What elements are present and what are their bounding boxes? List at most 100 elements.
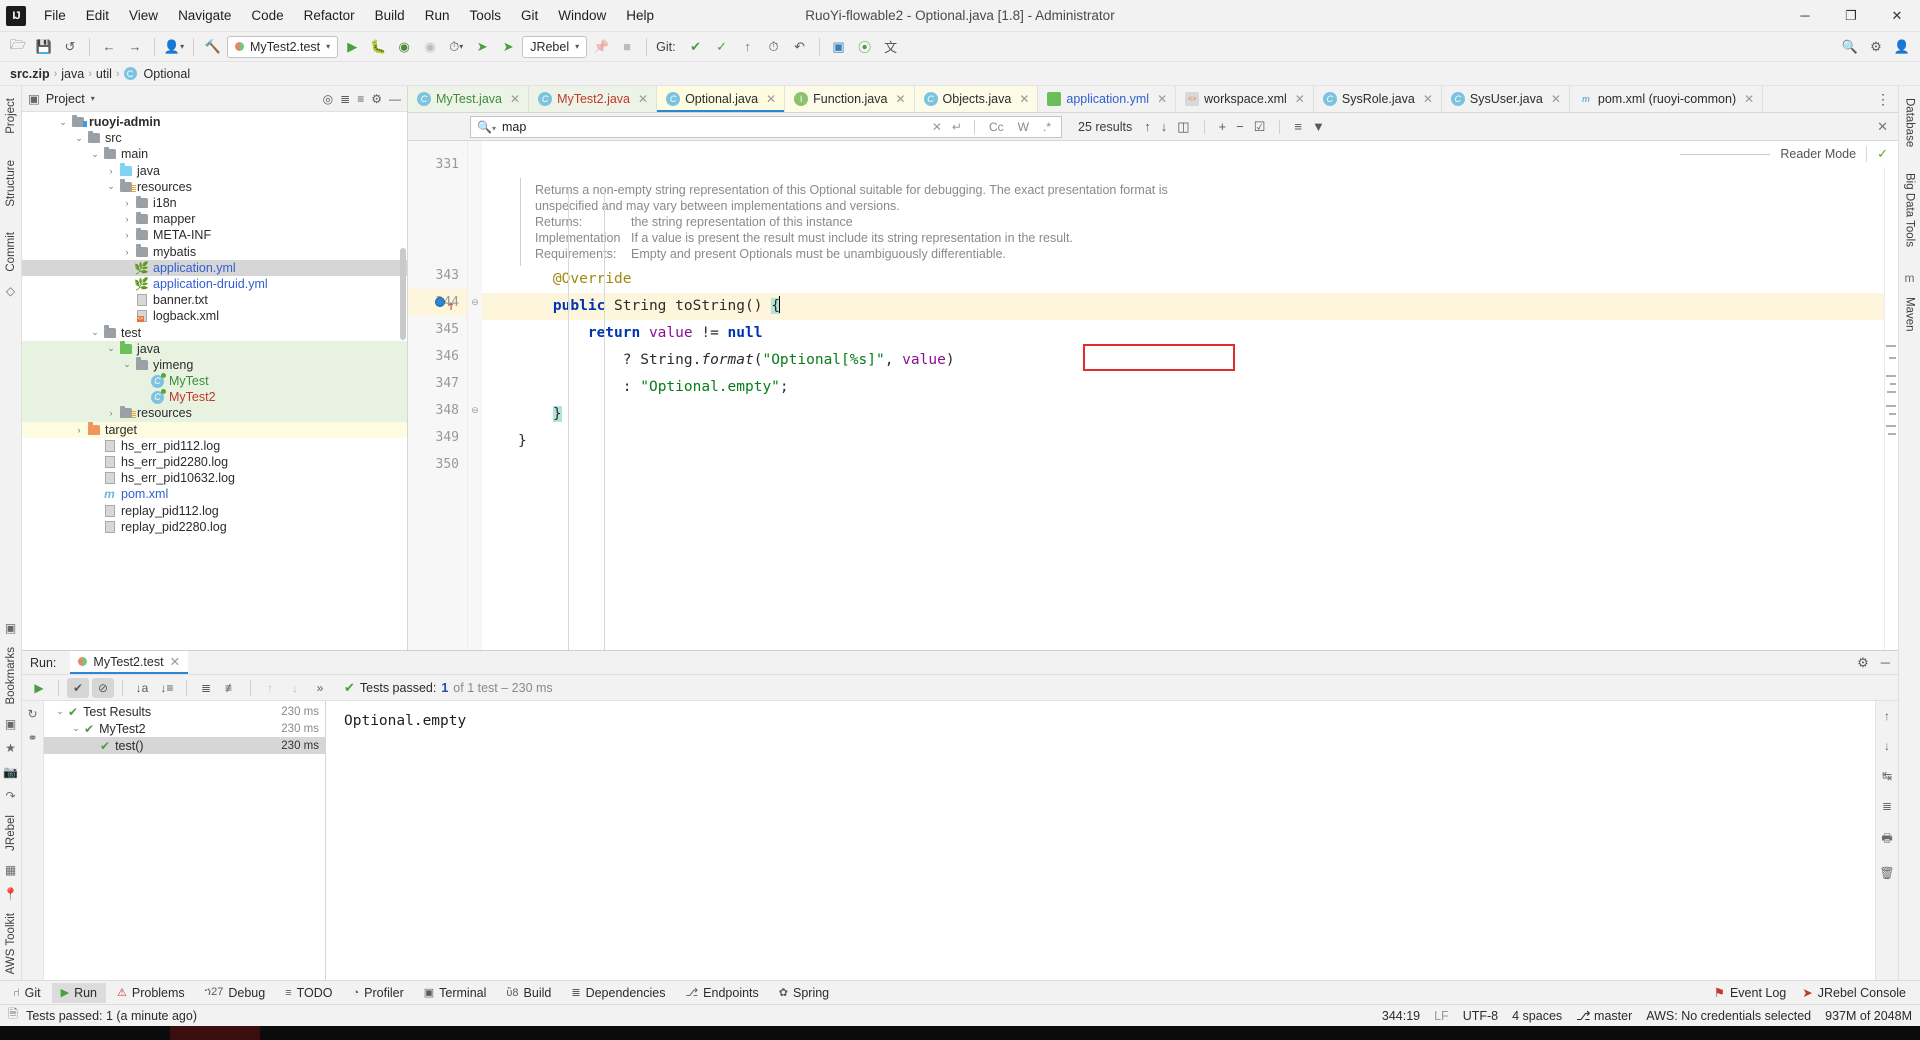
run-button[interactable]: ▶ <box>340 36 364 58</box>
find-next-icon[interactable]: ↓ <box>1161 119 1168 134</box>
tree-node[interactable]: banner.txt <box>22 292 407 308</box>
menu-tools[interactable]: Tools <box>459 4 511 27</box>
aws-pin-icon[interactable]: 📍 <box>3 883 18 905</box>
tree-node[interactable]: C MyTest <box>22 372 407 390</box>
regex-toggle[interactable]: .* <box>1039 120 1055 134</box>
tree-node[interactable]: logback.xml <box>22 308 407 324</box>
project-tree[interactable]: ⌄ ruoyi-admin ⌄ src ⌄ main › java ⌄ resources › i18… <box>22 112 407 650</box>
camera-icon[interactable]: 📷 <box>3 761 18 783</box>
run-console[interactable]: Optional.empty <box>326 701 1876 980</box>
tree-node[interactable]: hs_err_pid10632.log <box>22 470 407 486</box>
chevron-down-icon[interactable]: ⌄ <box>88 149 102 160</box>
tool-window-tab-endpoints[interactable]: ⎇ Endpoints <box>676 983 767 1003</box>
hammer-icon[interactable]: 🔨 <box>201 36 225 58</box>
more-options-icon[interactable]: » <box>309 678 331 698</box>
search-history-icon[interactable]: ↵ <box>950 120 964 134</box>
jrebel-selector[interactable]: JRebel ▾ <box>522 35 588 58</box>
caret-position[interactable]: 344:19 <box>1382 1009 1420 1023</box>
menu-build[interactable]: Build <box>365 4 415 27</box>
attach-icon[interactable]: 📌 <box>589 36 613 58</box>
tree-node[interactable]: ⌄ src <box>22 130 407 146</box>
collapse-all-icon[interactable]: ≢ <box>220 678 242 698</box>
chevron-right-icon[interactable]: › <box>120 230 134 240</box>
jrebel-arrow-icon[interactable]: ↷ <box>5 785 15 807</box>
grid-icon[interactable]: ▦ <box>5 859 16 881</box>
layout-icon[interactable]: ▣ <box>827 36 851 58</box>
minimize-button[interactable]: ─ <box>1782 0 1828 31</box>
remove-occurrence-icon[interactable]: − <box>1236 119 1244 134</box>
tree-node[interactable]: ⌄ test <box>22 324 407 340</box>
git-update-icon[interactable]: ✔ <box>684 36 708 58</box>
menu-help[interactable]: Help <box>616 4 664 27</box>
code-viewport[interactable]: 331 343 344 ↑ 345 346 347 348 349 350 ⊖ ⊖ Returns … <box>408 141 1898 650</box>
close-tab-icon[interactable]: ✕ <box>1423 92 1433 106</box>
editor-tab[interactable]: application.yml ✕ <box>1038 86 1177 112</box>
filter-icon[interactable]: ▼ <box>1312 119 1325 134</box>
run-session-tab[interactable]: MyTest2.test ✕ <box>70 651 189 674</box>
locate-icon[interactable]: ◎ <box>323 92 333 106</box>
account-icon[interactable]: 👤 <box>1890 36 1914 58</box>
forward-icon[interactable]: → <box>123 36 147 58</box>
tree-node[interactable]: replay_pid112.log <box>22 503 407 519</box>
toggle-auto-test-icon[interactable]: ⚭ <box>27 731 37 745</box>
close-tab-icon[interactable]: ✕ <box>766 92 776 106</box>
code-line[interactable]: @Override <box>482 266 1898 293</box>
gear-icon[interactable]: ⚙ <box>371 92 382 106</box>
chevron-right-icon[interactable]: › <box>120 247 134 257</box>
search-everywhere-icon[interactable]: 🔍 <box>1838 36 1862 58</box>
code-content[interactable]: Returns a non-empty string representatio… <box>482 141 1898 650</box>
test-tree-row[interactable]: ✔ test() 230 ms <box>44 737 325 754</box>
show-passed-tests-toggle[interactable]: ✔ <box>67 677 89 698</box>
code-line[interactable]: return value != null <box>482 320 1898 347</box>
event-log-button[interactable]: ⚑ Event Log <box>1714 985 1787 1001</box>
tree-node[interactable]: › META-INF <box>22 227 407 243</box>
indent-setting[interactable]: 4 spaces <box>1512 1009 1562 1023</box>
select-occurrences-icon[interactable]: ☑ <box>1254 119 1266 135</box>
jrebel-console-button[interactable]: ➤ JRebel Console <box>1802 985 1906 1001</box>
tree-node[interactable]: › java <box>22 163 407 179</box>
prev-test-icon[interactable]: ↑ <box>259 678 281 698</box>
close-tab-icon[interactable]: ✕ <box>1019 92 1029 106</box>
tree-node[interactable]: › target <box>22 421 407 438</box>
tool-window-tab-dependencies[interactable]: ≣ Dependencies <box>562 983 674 1003</box>
sort-alphabetically-icon[interactable]: ↓a <box>131 678 153 698</box>
breadcrumb-item-util[interactable]: util <box>96 67 112 81</box>
menu-code[interactable]: Code <box>241 4 293 27</box>
tree-node[interactable]: ⌄ ruoyi-admin <box>22 114 407 130</box>
tree-node[interactable]: hs_err_pid2280.log <box>22 454 407 470</box>
checkmark-circle-icon[interactable]: ⦿ <box>853 36 877 58</box>
breadcrumb-item-srczip[interactable]: src.zip <box>10 67 50 81</box>
tree-node[interactable]: ⌄ java <box>22 340 407 357</box>
sidebar-item-database[interactable]: Database <box>1901 92 1919 153</box>
editor-tab[interactable]: m pom.xml (ruoyi-common) ✕ <box>1569 86 1764 112</box>
gear-icon[interactable]: ⚙ <box>1857 655 1869 671</box>
history-icon[interactable]: ⏱ <box>762 36 786 58</box>
search-input[interactable]: 🔍▾ map ✕ ↵ Cc W .* <box>470 115 1062 138</box>
line-number[interactable]: 346 <box>408 343 467 370</box>
breadcrumb-item-optional[interactable]: Optional <box>144 67 191 81</box>
editor-tab[interactable]: C MyTest2.java ✕ <box>529 86 658 112</box>
chevron-right-icon[interactable]: › <box>72 425 86 435</box>
chevron-down-icon[interactable]: ⌄ <box>68 723 84 734</box>
test-tree-row[interactable]: ⌄ ✔ Test Results 230 ms <box>44 703 325 720</box>
jrebel-run-icon[interactable]: ➤ <box>470 36 494 58</box>
code-line[interactable]: } <box>482 428 1898 455</box>
match-case-toggle[interactable]: Cc <box>985 120 1008 134</box>
show-ignored-tests-toggle[interactable]: ⊘ <box>92 677 114 698</box>
rerun-tests-button[interactable]: ▶ <box>28 678 50 698</box>
code-line[interactable]: ? String.format("Optional[%s]", value) <box>482 347 1898 374</box>
user-profile-icon[interactable]: 👤 ▾ <box>162 36 186 58</box>
jrebel-debug-icon[interactable]: ➤ <box>496 36 520 58</box>
tool-window-tab-spring[interactable]: ✿ Spring <box>770 983 838 1003</box>
memory-indicator[interactable]: 937M of 2048M <box>1825 1009 1912 1023</box>
tool-window-tab-git[interactable]: ⑁ Git <box>4 983 50 1003</box>
code-fold-handle[interactable]: ⊖ <box>468 289 482 316</box>
stop-button[interactable]: ■ <box>615 36 639 58</box>
sidebar-item-big-data-tools[interactable]: Big Data Tools <box>1901 167 1919 253</box>
line-number[interactable]: 343 <box>408 262 467 289</box>
sync-icon[interactable]: ↺ <box>58 36 82 58</box>
editor-tab[interactable]: C Objects.java ✕ <box>914 86 1039 112</box>
editor-tab[interactable]: C Optional.java ✕ <box>657 86 786 112</box>
tool-window-tab-terminal[interactable]: ▣ Terminal <box>415 983 496 1003</box>
save-icon[interactable]: 💾 <box>32 36 56 58</box>
